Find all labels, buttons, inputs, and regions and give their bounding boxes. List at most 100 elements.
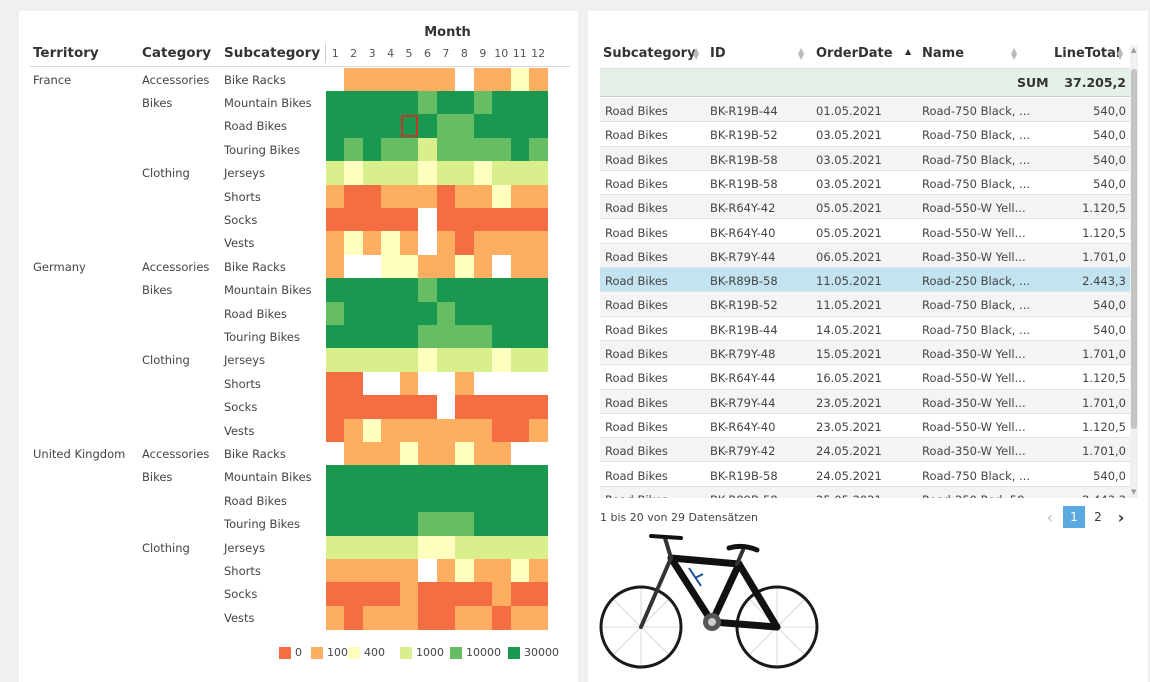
heatmap-cell[interactable] <box>326 184 345 209</box>
heatmap-cell[interactable] <box>399 301 419 326</box>
heatmap-cell[interactable] <box>436 488 456 513</box>
heatmap-cell[interactable] <box>399 114 419 139</box>
heatmap-cell[interactable] <box>473 395 493 419</box>
heatmap-cell[interactable] <box>344 324 364 349</box>
heatmap-cell[interactable] <box>362 278 382 302</box>
heatmap-cell[interactable] <box>326 324 345 349</box>
subcategory-label[interactable]: Socks <box>224 213 257 227</box>
subcategory-label[interactable]: Touring Bikes <box>224 330 300 344</box>
table-row[interactable]: Road Bikes BK-R79Y-42 24.05.2021 Road-350-W… <box>600 438 1130 463</box>
heatmap-cell[interactable] <box>510 301 530 326</box>
heatmap-cell[interactable] <box>455 254 475 279</box>
heatmap-cell[interactable] <box>344 605 364 630</box>
heatmap-cell[interactable] <box>362 582 382 607</box>
heatmap-cell[interactable] <box>381 441 401 466</box>
heatmap-cell[interactable] <box>399 441 419 466</box>
heatmap-cell[interactable] <box>418 254 438 279</box>
heatmap-cell[interactable] <box>473 348 493 373</box>
heatmap-cell[interactable] <box>492 488 511 513</box>
heatmap-cell[interactable] <box>492 231 511 256</box>
heatmap-cell[interactable] <box>473 582 493 607</box>
heatmap-cell[interactable] <box>473 278 493 302</box>
heatmap-cell[interactable] <box>344 558 364 583</box>
heatmap-cell[interactable] <box>399 137 419 162</box>
heatmap-cell[interactable] <box>455 137 475 162</box>
heatmap-cell[interactable] <box>528 231 548 256</box>
category-label[interactable]: Bikes <box>142 283 172 297</box>
heatmap-cell[interactable] <box>473 371 493 396</box>
heatmap-cell[interactable] <box>455 418 475 443</box>
heatmap-cell[interactable] <box>436 395 456 419</box>
heatmap-cell[interactable] <box>418 184 438 209</box>
heatmap-cell[interactable] <box>399 395 419 419</box>
heatmap-cell[interactable] <box>418 114 438 139</box>
table-row[interactable]: Road Bikes BK-R79Y-44 23.05.2021 Road-350-W… <box>600 389 1130 414</box>
heatmap-cell[interactable] <box>362 371 382 396</box>
subcategory-label[interactable]: Vests <box>224 424 255 438</box>
heatmap-cell[interactable] <box>344 137 364 162</box>
heatmap-cell[interactable] <box>362 90 382 115</box>
heatmap-cell[interactable] <box>528 161 548 185</box>
sort-id-icon[interactable]: ▲ ▼ <box>798 47 804 61</box>
heatmap-cell[interactable] <box>436 90 456 115</box>
heatmap-cell[interactable] <box>492 441 511 466</box>
heatmap-cell[interactable] <box>528 465 548 490</box>
heatmap-cell[interactable] <box>344 301 364 326</box>
heatmap-cell[interactable] <box>436 582 456 607</box>
heatmap-cell[interactable] <box>436 441 456 466</box>
heatmap-cell[interactable] <box>492 301 511 326</box>
heatmap-cell[interactable] <box>362 67 382 92</box>
heatmap-cell[interactable] <box>492 90 511 115</box>
heatmap-cell[interactable] <box>436 231 456 256</box>
heatmap-cell[interactable] <box>492 348 511 373</box>
heatmap-cell[interactable] <box>381 114 401 139</box>
heatmap-cell[interactable] <box>344 278 364 302</box>
heatmap-cell[interactable] <box>455 441 475 466</box>
territory-header[interactable]: Territory <box>33 45 99 61</box>
heatmap-cell[interactable] <box>399 488 419 513</box>
territory-label[interactable]: United Kingdom <box>33 447 125 461</box>
heatmap-cell[interactable] <box>528 512 548 536</box>
heatmap-cell[interactable] <box>362 535 382 560</box>
heatmap-cell[interactable] <box>492 535 511 560</box>
subcategory-label[interactable]: Vests <box>224 611 255 625</box>
heatmap-cell[interactable] <box>436 278 456 302</box>
heatmap-cell[interactable] <box>528 278 548 302</box>
col-linetotal-header[interactable]: LineTotal <box>1054 46 1120 61</box>
heatmap-cell[interactable] <box>455 582 475 607</box>
heatmap-cell[interactable] <box>528 184 548 209</box>
heatmap-cell[interactable] <box>362 301 382 326</box>
heatmap-cell[interactable] <box>418 465 438 490</box>
heatmap-cell[interactable] <box>492 395 511 419</box>
category-label[interactable]: Bikes <box>142 96 172 110</box>
heatmap-cell[interactable] <box>473 512 493 536</box>
heatmap-cell[interactable] <box>528 582 548 607</box>
heatmap-cell[interactable] <box>362 605 382 630</box>
heatmap-cell[interactable] <box>418 441 438 466</box>
subcategory-label[interactable]: Touring Bikes <box>224 517 300 531</box>
subcategory-label[interactable]: Shorts <box>224 190 261 204</box>
subcategory-label[interactable]: Jerseys <box>224 541 265 555</box>
heatmap-cell[interactable] <box>418 558 438 583</box>
heatmap-cell[interactable] <box>436 512 456 536</box>
prev-page-icon[interactable]: ‹ <box>1042 506 1058 528</box>
heatmap-cell[interactable] <box>436 137 456 162</box>
heatmap-cell[interactable] <box>399 465 419 490</box>
heatmap-cell[interactable] <box>473 465 493 490</box>
heatmap-cell[interactable] <box>362 418 382 443</box>
subcategory-label[interactable]: Socks <box>224 587 257 601</box>
heatmap-cell[interactable] <box>492 418 511 443</box>
heatmap-cell[interactable] <box>528 67 548 92</box>
heatmap-cell[interactable] <box>362 441 382 466</box>
heatmap-cell[interactable] <box>510 488 530 513</box>
heatmap-cell[interactable] <box>326 254 345 279</box>
heatmap-cell[interactable] <box>381 582 401 607</box>
table-row[interactable]: Road Bikes BK-R19B-58 03.05.2021 Road-750 B… <box>600 171 1130 196</box>
heatmap-cell[interactable] <box>492 582 511 607</box>
heatmap-cell[interactable] <box>528 605 548 630</box>
heatmap-cell[interactable] <box>399 371 419 396</box>
heatmap-cell[interactable] <box>455 231 475 256</box>
heatmap-cell[interactable] <box>492 67 511 92</box>
heatmap-cell[interactable] <box>473 301 493 326</box>
heatmap-cell[interactable] <box>510 137 530 162</box>
